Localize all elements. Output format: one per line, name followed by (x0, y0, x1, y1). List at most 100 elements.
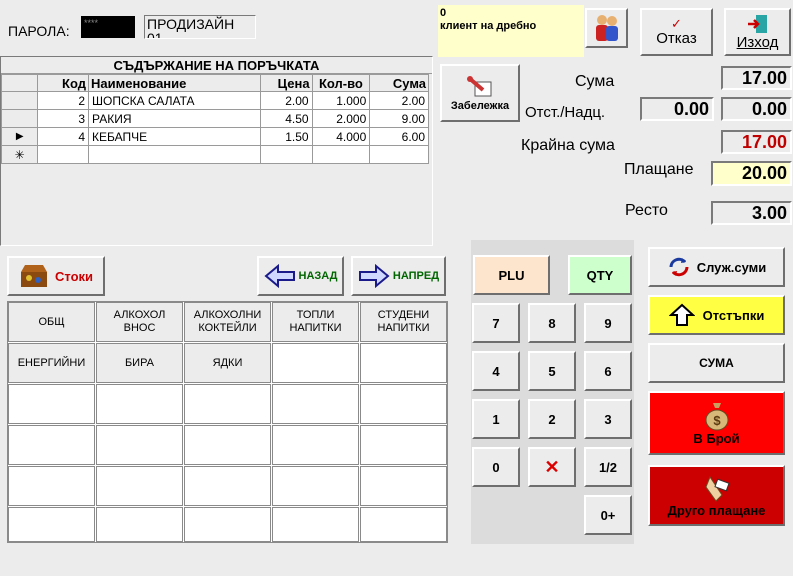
category-slot[interactable] (8, 507, 95, 542)
row-sum: 9.00 (369, 109, 429, 128)
forward-button[interactable]: НАПРЕД (351, 256, 446, 296)
arrow-right-icon (358, 264, 390, 288)
key-5[interactable]: 5 (528, 351, 576, 391)
cancel-button[interactable]: ✓ Отказ (640, 8, 713, 56)
people-icon (595, 15, 618, 41)
category-slot[interactable] (96, 425, 183, 465)
row-qty: 4.000 (311, 127, 371, 146)
category-button[interactable]: ТОПЛИ НАПИТКИ (272, 302, 359, 342)
cash-button[interactable]: $ В Брой (648, 391, 785, 455)
stock-button[interactable]: Стоки (7, 256, 105, 296)
password-field[interactable]: **** (81, 16, 135, 38)
category-slot[interactable] (360, 425, 447, 465)
other-payment-button[interactable]: Друго плащане (648, 465, 785, 526)
final-sum-value: 17.00 (721, 130, 792, 154)
order-panel: СЪДЪРЖАНИЕ НА ПОРЪЧКАТА Код Наименование… (0, 56, 433, 246)
category-slot[interactable] (8, 466, 95, 506)
exit-button[interactable]: Изход (724, 8, 791, 56)
category-slot[interactable] (360, 343, 447, 383)
row-price: 4.50 (260, 109, 313, 128)
table-row[interactable]: 3 РАКИЯ 4.50 2.000 9.00 (0, 109, 429, 128)
category-button[interactable]: АЛКОХОЛ ВНОС (96, 302, 183, 342)
row-marker: ✳ (0, 145, 39, 164)
key-7[interactable]: 7 (472, 303, 520, 343)
sum-button[interactable]: СУМА (648, 343, 785, 383)
svg-text:$: $ (713, 413, 721, 428)
payment-label: Плащане (624, 161, 694, 178)
note-button[interactable]: Забележка (440, 64, 520, 122)
qty-button[interactable]: QTY (568, 255, 632, 295)
row-code (37, 145, 89, 164)
category-slot[interactable] (96, 507, 183, 542)
table-row[interactable]: 2 ШОПСКА САЛАТА 2.00 1.000 2.00 (0, 91, 429, 110)
client-box[interactable]: 0 клиент на дребно (438, 5, 584, 57)
col-sum[interactable]: Сума (369, 74, 429, 92)
key-8[interactable]: 8 (528, 303, 576, 343)
category-slot[interactable] (96, 384, 183, 424)
category-slot[interactable] (272, 343, 359, 383)
final-sum-label: Крайна сума (521, 137, 615, 154)
key-4[interactable]: 4 (472, 351, 520, 391)
key-9[interactable]: 9 (584, 303, 632, 343)
col-code[interactable]: Код (37, 74, 89, 92)
category-slot[interactable] (8, 384, 95, 424)
col-price[interactable]: Цена (260, 74, 313, 92)
change-label: Ресто (625, 202, 668, 219)
category-slot[interactable] (184, 425, 271, 465)
col-name[interactable]: Наименование (88, 74, 261, 92)
col-qty[interactable]: Кол-во (311, 74, 371, 92)
sum-value: 17.00 (721, 66, 792, 90)
category-slot[interactable] (184, 507, 271, 542)
note-pencil-icon (467, 76, 492, 97)
row-price: 2.00 (260, 91, 313, 110)
service-sums-button[interactable]: Служ.суми (648, 247, 785, 287)
row-code: 4 (37, 127, 89, 146)
key-3[interactable]: 3 (584, 399, 632, 439)
refresh-icon (669, 257, 689, 277)
order-table[interactable]: Код Наименование Цена Кол-во Сума 2 ШОПС… (0, 74, 429, 164)
category-button[interactable]: БИРА (96, 343, 183, 383)
category-slot[interactable] (360, 507, 447, 542)
password-label: ПАРОЛА: (8, 23, 70, 39)
table-row-new[interactable]: ✳ (0, 145, 429, 164)
change-value: 3.00 (711, 201, 792, 225)
row-qty (311, 145, 371, 164)
category-button[interactable]: АЛКОХОЛНИ КОКТЕЙЛИ (184, 302, 271, 342)
table-row[interactable]: ▶ 4 КЕБАПЧЕ 1.50 4.000 6.00 (0, 127, 429, 146)
row-code: 3 (37, 109, 89, 128)
category-slot[interactable] (360, 466, 447, 506)
category-slot[interactable] (272, 425, 359, 465)
category-button[interactable]: ЯДКИ (184, 343, 271, 383)
arrow-left-icon (263, 264, 295, 288)
row-name: ШОПСКА САЛАТА (88, 91, 261, 110)
order-title: СЪДЪРЖАНИЕ НА ПОРЪЧКАТА (1, 57, 432, 74)
key-1[interactable]: 1 (472, 399, 520, 439)
category-slot[interactable] (184, 466, 271, 506)
clear-key[interactable]: ✕ (528, 447, 576, 487)
plu-button[interactable]: PLU (473, 255, 550, 295)
payment-field[interactable]: 20.00 (711, 161, 792, 186)
category-button[interactable]: ЕНЕРГИЙНИ (8, 343, 95, 383)
category-slot[interactable] (272, 466, 359, 506)
client-select-button[interactable] (585, 8, 628, 48)
category-button[interactable]: ОБЩ (8, 302, 95, 342)
discounts-button[interactable]: Отстъпки (648, 295, 785, 335)
key-zero-plus[interactable]: 0+ (584, 495, 632, 535)
category-button[interactable]: СТУДЕНИ НАПИТКИ (360, 302, 447, 342)
back-button[interactable]: НАЗАД (257, 256, 344, 296)
key-0[interactable]: 0 (472, 447, 520, 487)
key-6[interactable]: 6 (584, 351, 632, 391)
row-sum: 6.00 (369, 127, 429, 146)
category-slot[interactable] (8, 425, 95, 465)
category-slot[interactable] (360, 384, 447, 424)
category-slot[interactable] (184, 384, 271, 424)
key-2[interactable]: 2 (528, 399, 576, 439)
operator-name: ПРОДИЗАЙН 01 (144, 15, 256, 39)
row-marker: ▶ (0, 127, 39, 146)
category-slot[interactable] (272, 384, 359, 424)
sum-label: Сума (575, 73, 615, 90)
category-slot[interactable] (96, 466, 183, 506)
discount-percent[interactable]: 0.00 (640, 97, 714, 121)
category-slot[interactable] (272, 507, 359, 542)
key-half[interactable]: 1/2 (584, 447, 632, 487)
